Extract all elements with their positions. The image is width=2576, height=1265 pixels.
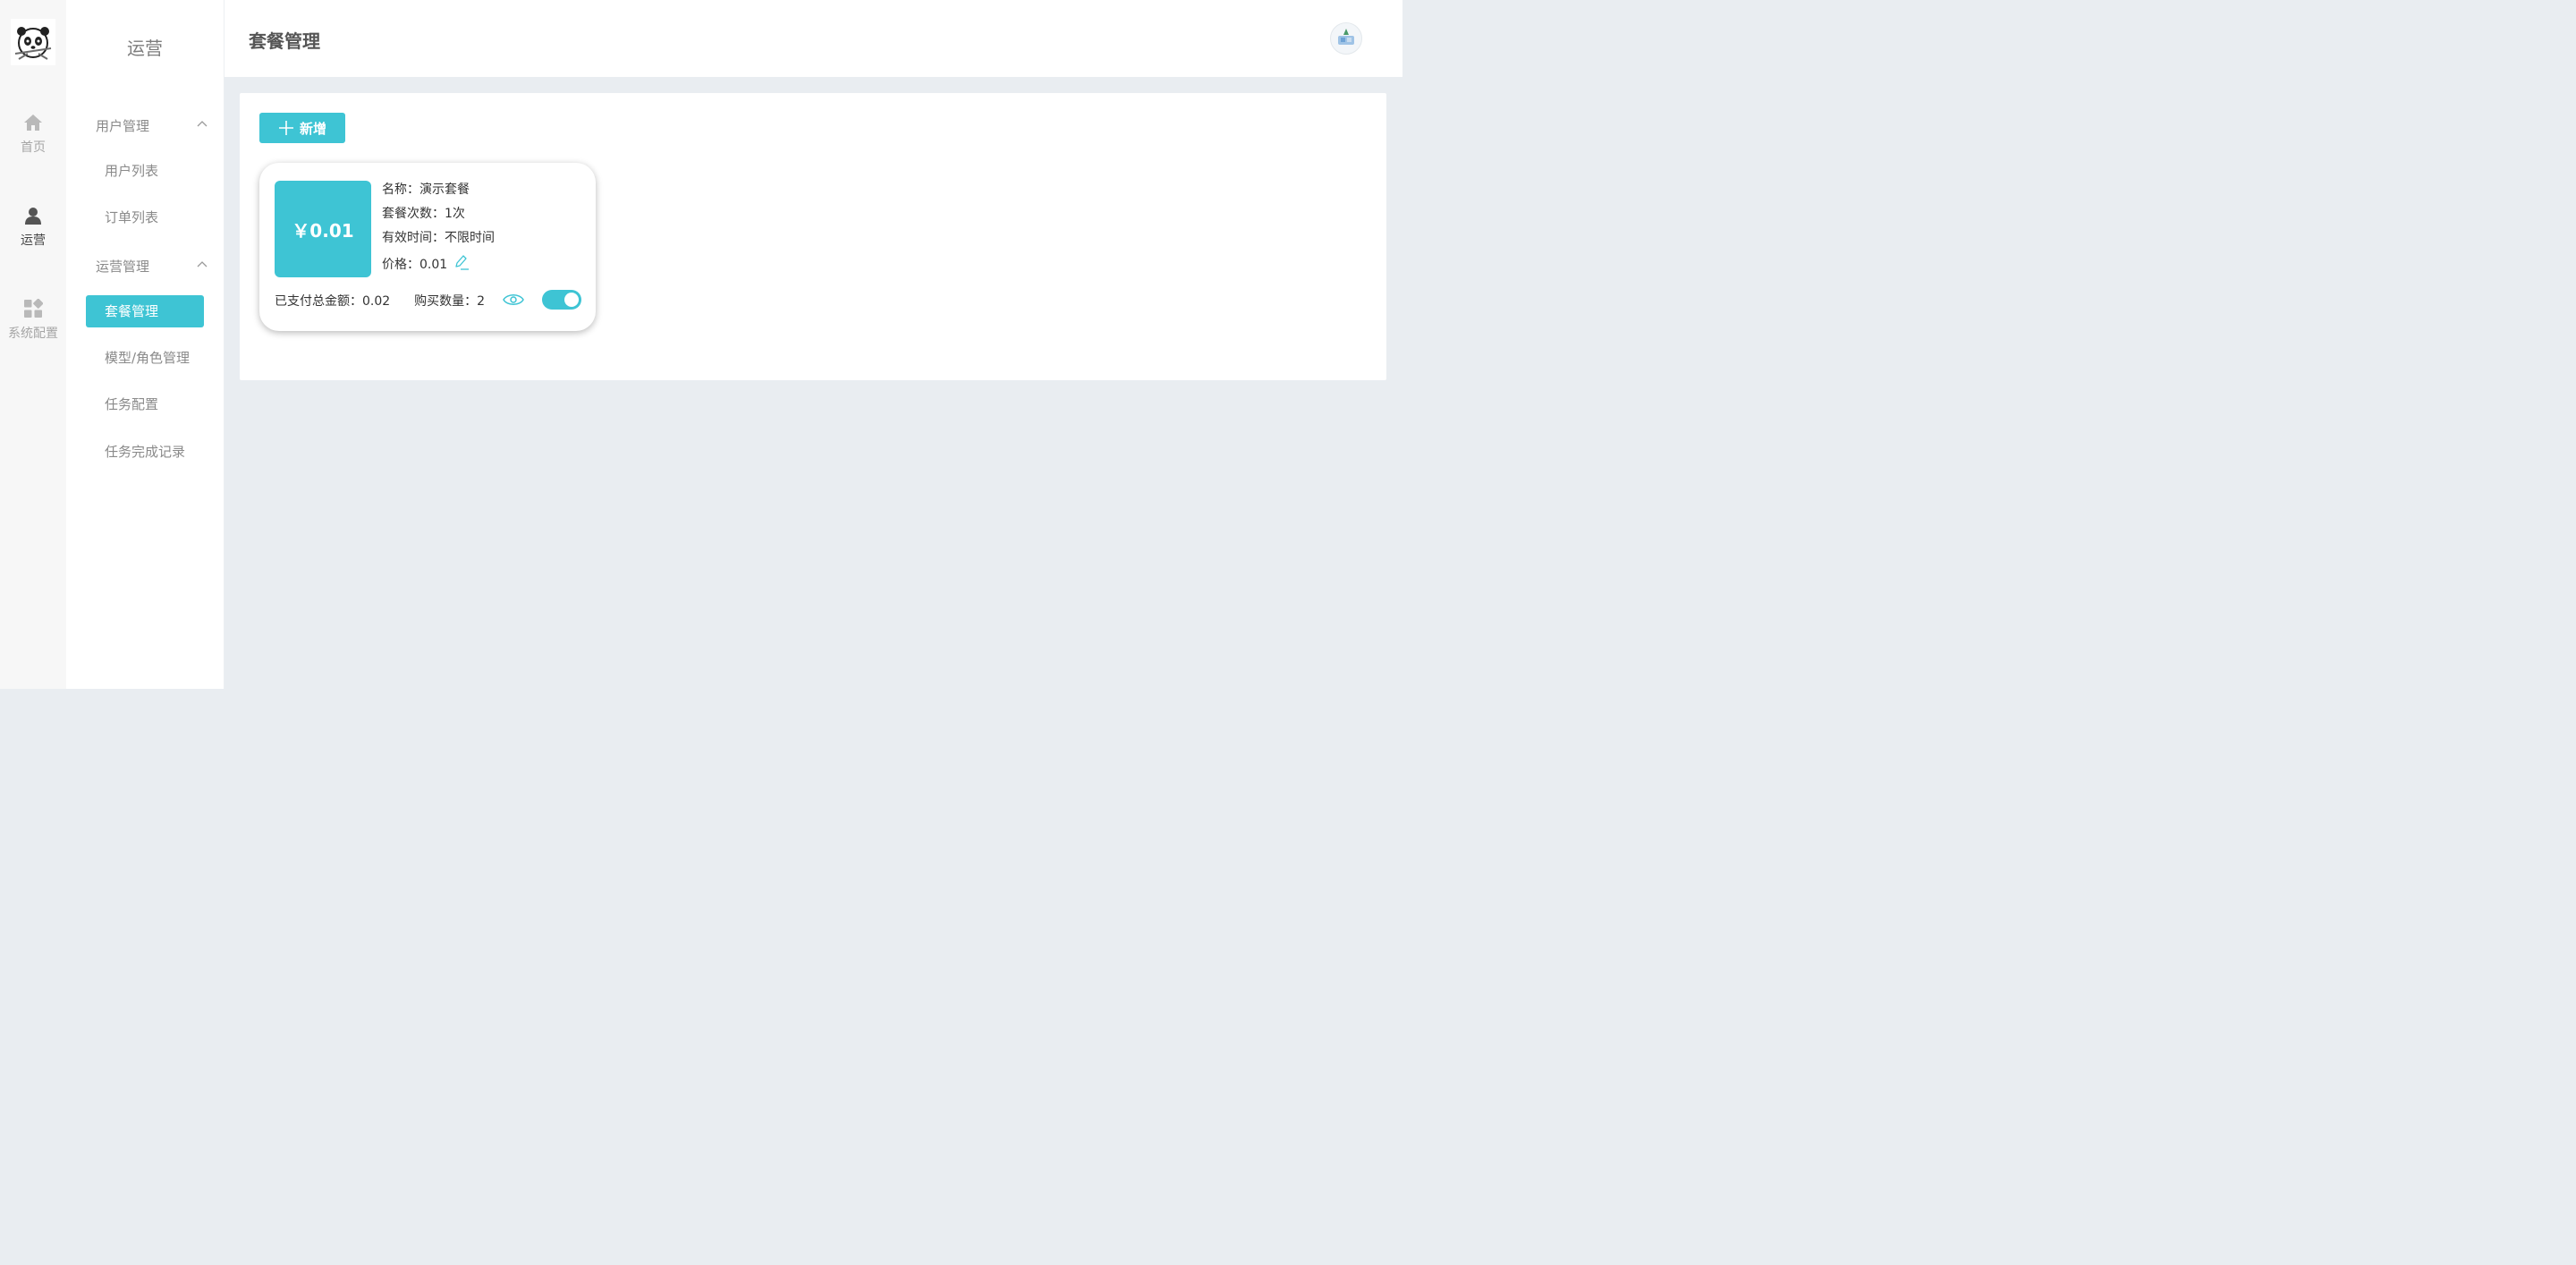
sub-item-user-list[interactable]: 用户列表 [86,155,204,187]
top-header: 套餐管理 [225,0,1402,77]
package-enabled-toggle[interactable] [542,290,581,310]
package-price: 价格：0.01 [382,258,448,272]
rail-item-operations-label: 运营 [21,233,46,248]
content-panel: 新增 ￥0.01 名称：演示套餐 套餐次数：1次 有效时间：不限时间 价格：0.… [240,93,1386,380]
menu-group-label: 用户管理 [96,118,150,134]
package-count: 套餐次数：1次 [382,207,465,221]
paid-total: 已支付总金额：0.02 [275,294,391,309]
package-validity: 有效时间：不限时间 [382,231,495,245]
panda-logo-icon [14,27,52,60]
avatar[interactable] [1330,22,1362,55]
avatar-icon [1338,29,1354,45]
user-icon [25,208,41,225]
package-stats: 已支付总金额：0.02 购买数量：2 [275,292,485,310]
rail-item-operations[interactable]: 运营 [0,206,66,249]
package-price-row: 价格：0.01 [382,253,470,273]
menu-group-label: 运营管理 [96,259,150,275]
package-card: ￥0.01 名称：演示套餐 套餐次数：1次 有效时间：不限时间 价格：0.01 … [259,163,596,331]
panda-logo[interactable] [11,19,55,65]
rail-item-home-label: 首页 [21,140,46,155]
edit-price-icon[interactable] [453,253,470,271]
add-button-label: 新增 [299,120,326,137]
purchase-count: 购买数量：2 [414,294,485,309]
package-name: 名称：演示套餐 [382,183,470,197]
sub-menu: 运营 用户管理 用户列表 订单列表 运营管理 套餐管理 模型/角色管理 任务配置… [66,0,225,689]
plus-icon [278,121,293,135]
sub-item-task-completion-records[interactable]: 任务完成记录 [86,436,204,468]
menu-group-user-management[interactable]: 用户管理 [96,116,208,135]
sub-item-task-config[interactable]: 任务配置 [86,388,204,420]
eye-icon[interactable] [503,293,524,307]
home-icon [24,115,42,131]
rail-item-system-config-label: 系统配置 [8,327,58,341]
sub-item-package-management[interactable]: 套餐管理 [86,295,204,327]
sub-item-model-role-management[interactable]: 模型/角色管理 [86,342,204,374]
toggle-knob [564,293,579,307]
add-package-button[interactable]: 新增 [259,113,345,143]
menu-group-operations-management[interactable]: 运营管理 [96,257,208,276]
rail-item-home[interactable]: 首页 [0,113,66,156]
chevron-up-icon [197,261,208,267]
sub-menu-title: 运营 [127,38,163,59]
package-price-badge: ￥0.01 [275,181,371,277]
icon-rail: 首页 运营 系统配置 [0,0,66,689]
rail-item-system-config[interactable]: 系统配置 [0,299,66,342]
sub-item-order-list[interactable]: 订单列表 [86,201,204,233]
apps-icon [24,299,43,318]
chevron-up-icon [197,121,208,127]
page-title: 套餐管理 [249,30,320,52]
